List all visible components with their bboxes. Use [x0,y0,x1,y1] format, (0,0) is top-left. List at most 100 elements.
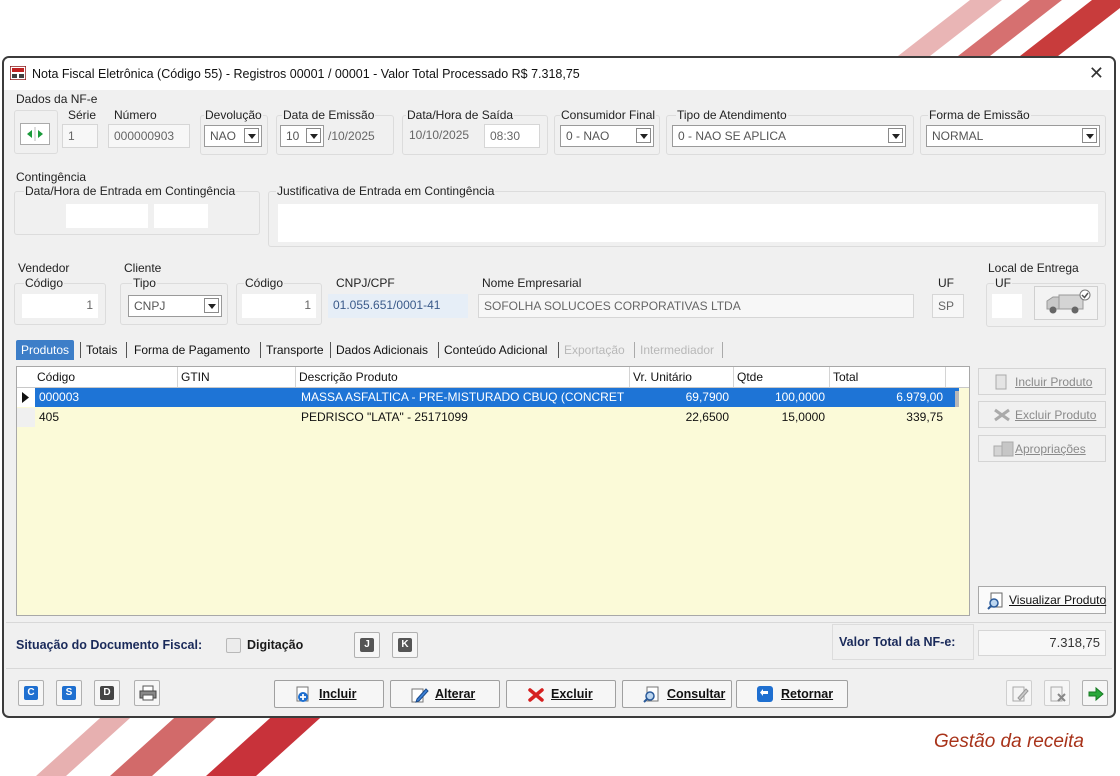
s-button[interactable]: S [56,680,82,706]
apropriacoes-label: Apropriações [1015,442,1086,456]
record-navigator[interactable] [20,123,50,145]
j-icon: J [360,638,374,652]
cliente-codigo-label: Código [244,276,285,290]
close-icon[interactable]: ✕ [1089,63,1104,83]
devolucao-label: Devolução [204,108,263,122]
col-qtde[interactable]: Qtde [737,370,763,384]
tab-forma-pagamento[interactable]: Forma de Pagamento [134,340,250,360]
apropriacoes-button[interactable]: Apropriações [978,435,1106,462]
grid-scrollbar-thumb[interactable] [955,391,959,407]
local-entrega-button[interactable] [1034,286,1098,320]
cancel-document-icon [1050,686,1066,702]
tab-produtos[interactable]: Produtos [16,340,75,360]
tab-dados-adicionais[interactable]: Dados Adicionais [336,340,428,360]
consultar-button[interactable]: Consultar [622,680,732,708]
forma-emissao-value: NORMAL [932,129,984,143]
vendedor-codigo-field[interactable]: 1 [22,294,98,318]
chevron-down-icon [1082,128,1097,143]
contingencia-group-label: Contingência [16,170,87,184]
excluir-produto-button[interactable]: Excluir Produto [978,401,1106,428]
col-codigo[interactable]: Código [37,370,75,384]
app-icon [10,66,26,80]
justificativa-label: Justificativa de Entrada em Contingência [276,184,496,198]
chevron-down-icon [888,128,903,143]
contingencia-data-field[interactable] [66,204,148,228]
delivery-truck-icon [1046,289,1091,314]
contingencia-hora-field[interactable] [154,204,208,228]
window-title: Nota Fiscal Eletrônica (Código 55) - Reg… [32,67,580,81]
tab-conteudo-adicional[interactable]: Conteúdo Adicional [444,340,547,360]
consultar-label: Consultar [667,687,726,701]
forma-emissao-select[interactable]: NORMAL [926,125,1100,147]
cell-qtde: 15,0000 [781,410,825,424]
contingencia-entrada-label: Data/Hora de Entrada em Contingência [24,184,237,198]
table-row[interactable]: 000003 MASSA ASFALTICA - PRE-MISTURADO C… [17,388,959,407]
printer-icon [139,685,157,701]
serie-field[interactable]: 1 [62,124,98,148]
tab-totais[interactable]: Totais [86,340,117,360]
retornar-button[interactable]: Retornar [736,680,848,708]
cnpj-field[interactable]: 01.055.651/0001-41 [328,294,468,318]
cliente-uf-field[interactable]: SP [932,294,964,318]
visualizar-produto-label: Visualizar Produto [1009,593,1107,607]
devolucao-value: NAO [210,129,237,143]
alterar-label: Alterar [435,687,476,701]
produtos-grid[interactable]: Código GTIN Descrição Produto Vr. Unitár… [16,366,970,616]
retornar-label: Retornar [781,687,834,701]
incluir-button[interactable]: Incluir [274,680,384,708]
emissao-label: Data de Emissão [282,108,376,122]
col-total[interactable]: Total [833,370,858,384]
excluir-button[interactable]: Excluir [506,680,616,708]
nome-empresarial-field[interactable]: SOFOLHA SOLUCOES CORPORATIVAS LTDA [478,294,914,318]
dia-emissao-select[interactable]: 10 [280,125,324,147]
row-selected-icon [22,392,29,403]
situacao-checkbox[interactable] [226,638,241,653]
atendimento-label: Tipo de Atendimento [676,108,788,122]
delete-red-x-icon [528,688,544,702]
cliente-codigo-field[interactable]: 1 [242,294,316,318]
col-vr-unitario[interactable]: Vr. Unitário [633,370,692,384]
s-icon: S [62,686,76,700]
justificativa-field[interactable] [278,204,1098,242]
chevron-down-icon [204,298,219,313]
hora-saida-field[interactable]: 08:30 [484,124,540,148]
col-descricao[interactable]: Descrição Produto [299,370,398,384]
cancel-document-button[interactable] [1044,680,1070,706]
entrega-uf-field[interactable] [992,294,1022,318]
cell-descricao: MASSA ASFALTICA - PRE-MISTURADO CBUQ (CO… [301,390,625,404]
consumidor-select[interactable]: 0 - NAO [560,125,654,147]
atendimento-select[interactable]: 0 - NAO SE APLICA [672,125,906,147]
incluir-produto-button[interactable]: Incluir Produto [978,368,1106,395]
divider [6,622,1112,623]
k-button[interactable]: K [392,632,418,658]
c-button[interactable]: C [18,680,44,706]
consumidor-label: Consumidor Final [560,108,657,122]
j-button[interactable]: J [354,632,380,658]
tab-separator [330,342,331,358]
numero-field[interactable]: 000000903 [108,124,190,148]
search-document-icon [643,686,659,703]
table-row[interactable]: 405 PEDRISCO "LATA" - 25171099 22,6500 1… [17,408,959,427]
edit-disabled-button[interactable] [1006,680,1032,706]
data-saida-field[interactable]: 10/10/2025 [404,124,482,148]
cliente-tipo-select[interactable]: CNPJ [128,295,222,317]
devolucao-select[interactable]: NAO [204,125,262,147]
footer-caption: Gestão da receita [934,731,1084,752]
alterar-button[interactable]: Alterar [390,680,500,708]
delete-x-icon [994,408,1010,422]
situacao-label: Situação do Documento Fiscal: [16,638,203,652]
nome-empresarial-label: Nome Empresarial [482,276,582,290]
col-gtin[interactable]: GTIN [181,370,210,384]
d-button[interactable]: D [94,680,120,706]
valor-total-label-box: Valor Total da NF-e: [832,624,974,660]
dia-emissao-value: 10 [286,129,300,143]
next-button[interactable] [1082,680,1108,706]
tab-transporte[interactable]: Transporte [266,340,324,360]
boxes-icon [993,441,1014,457]
print-button[interactable] [134,680,160,706]
cell-total: 339,75 [906,410,943,424]
visualizar-produto-button[interactable]: Visualizar Produto [978,586,1106,614]
valor-total-field[interactable]: 7.318,75 [978,630,1106,656]
tab-separator [80,342,81,358]
cliente-tipo-value: CNPJ [134,299,166,313]
